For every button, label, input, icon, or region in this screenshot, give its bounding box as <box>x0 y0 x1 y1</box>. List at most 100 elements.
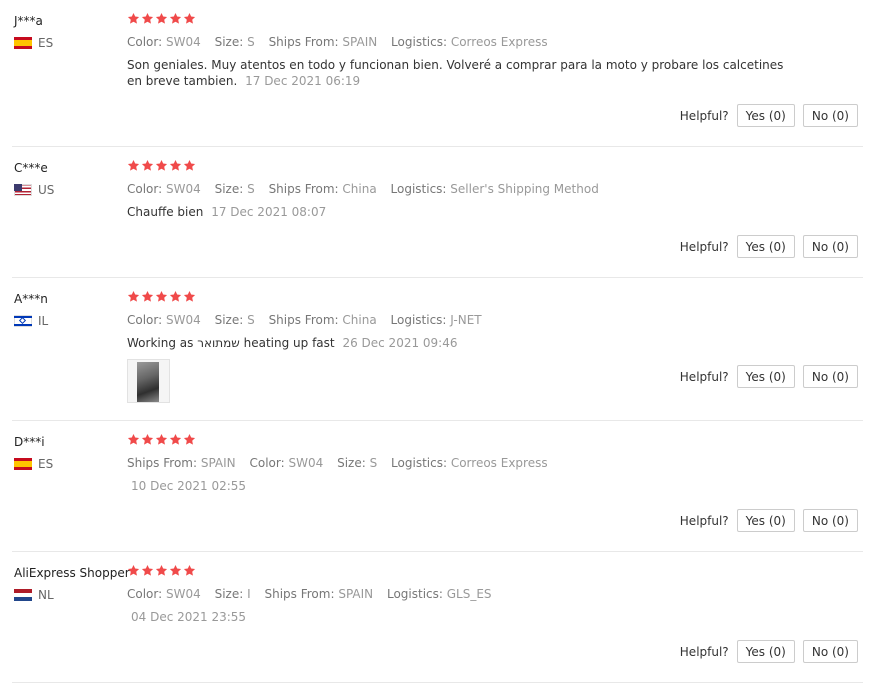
star-icon <box>155 433 168 445</box>
review-text: Son geniales. Muy atentos en todo y func… <box>127 58 784 88</box>
attr-value: Correos Express <box>450 35 548 49</box>
star-icon <box>169 564 182 576</box>
helpful-no-button[interactable]: No (0) <box>802 509 858 532</box>
reviewer-country: ES <box>14 457 53 471</box>
spain-flag-icon <box>14 458 32 470</box>
review-item: C***e US Color: SW04 Size: S Ships From:… <box>12 147 863 278</box>
review-content: Chauffe bien 17 Dec 2021 08:07 <box>127 204 787 220</box>
star-icon <box>155 159 168 171</box>
product-attributes: Color: SW04 Size: S Ships From: SPAIN Lo… <box>127 35 548 49</box>
helpful-controls: Helpful? Yes (0) No (0) <box>680 235 858 258</box>
reviewer-name: A***n <box>14 292 48 306</box>
attr-value: S <box>247 313 255 327</box>
product-attributes: Color: SW04 Size: I Ships From: SPAIN Lo… <box>127 587 492 601</box>
review-photo <box>137 362 159 402</box>
helpful-no-button[interactable]: No (0) <box>802 235 858 258</box>
attr-value: SPAIN <box>200 456 236 470</box>
star-icon <box>155 564 168 576</box>
helpful-yes-button[interactable]: Yes (0) <box>736 509 795 532</box>
attr-value: SW04 <box>166 313 201 327</box>
attr-label: Logistics: <box>390 313 447 327</box>
review-date: 17 Dec 2021 08:07 <box>211 205 327 219</box>
review-content: Son geniales. Muy atentos en todo y func… <box>127 57 787 89</box>
attr-value: China <box>342 313 377 327</box>
attr-label: Size: <box>214 313 244 327</box>
product-attributes: Color: SW04 Size: S Ships From: China Lo… <box>127 313 482 327</box>
attr-label: Ships From: <box>127 456 198 470</box>
usa-flag-icon <box>14 184 32 196</box>
attr-label: Ships From: <box>268 182 339 196</box>
helpful-label: Helpful? <box>679 108 729 123</box>
reviewer-country: ES <box>14 36 53 50</box>
star-icon <box>155 290 168 302</box>
attr-value: I <box>247 587 251 601</box>
attr-label: Ships From: <box>268 313 339 327</box>
review-date: 17 Dec 2021 06:19 <box>245 74 361 88</box>
star-icon <box>127 159 140 171</box>
star-icon <box>141 12 154 24</box>
star-icon <box>183 290 196 302</box>
review-text: Working as שמתואר heating up fast <box>127 336 335 350</box>
review-item: A***n IL Color: SW04 Size: S Ships From:… <box>12 278 863 421</box>
star-icon <box>127 290 140 302</box>
attr-label: Color: <box>127 182 163 196</box>
helpful-label: Helpful? <box>679 369 729 384</box>
review-date: 10 Dec 2021 02:55 <box>131 479 247 493</box>
reviewer-name: AliExpress Shopper <box>14 566 130 580</box>
helpful-no-button[interactable]: No (0) <box>802 640 858 663</box>
helpful-yes-button[interactable]: Yes (0) <box>736 365 795 388</box>
attr-value: SPAIN <box>342 35 378 49</box>
attr-value: S <box>369 456 378 470</box>
review-date: 26 Dec 2021 09:46 <box>342 336 458 350</box>
helpful-yes-button[interactable]: Yes (0) <box>736 104 795 127</box>
helpful-label: Helpful? <box>679 239 729 254</box>
star-icon <box>127 433 140 445</box>
star-rating <box>127 290 196 303</box>
review-content: 04 Dec 2021 23:55 <box>127 609 787 625</box>
netherlands-flag-icon <box>14 589 32 601</box>
helpful-yes-button[interactable]: Yes (0) <box>736 640 795 663</box>
attr-label: Logistics: <box>391 35 447 49</box>
attr-value: SW04 <box>288 456 324 470</box>
attr-label: Color: <box>249 456 285 470</box>
attr-value: S <box>247 182 255 196</box>
helpful-controls: Helpful? Yes (0) No (0) <box>680 104 858 127</box>
star-icon <box>169 290 182 302</box>
star-icon <box>141 159 154 171</box>
review-date: 04 Dec 2021 23:55 <box>131 610 247 624</box>
attr-value: SW04 <box>166 587 201 601</box>
attr-value: J-NET <box>450 313 482 327</box>
star-icon <box>127 564 140 576</box>
attr-label: Ships From: <box>264 587 335 601</box>
helpful-yes-button[interactable]: Yes (0) <box>736 235 795 258</box>
helpful-label: Helpful? <box>679 644 729 659</box>
star-icon <box>183 12 196 24</box>
attr-label: Logistics: <box>390 182 447 196</box>
review-item: AliExpress Shopper NL Color: SW04 Size: … <box>12 552 863 683</box>
review-photo-thumbnail[interactable] <box>127 359 170 403</box>
star-icon <box>141 564 154 576</box>
attr-label: Size: <box>214 587 244 601</box>
helpful-no-button[interactable]: No (0) <box>802 104 858 127</box>
attr-label: Logistics: <box>391 456 447 470</box>
attr-label: Color: <box>127 35 163 49</box>
star-rating <box>127 12 196 25</box>
reviewer-country: IL <box>14 314 48 328</box>
country-code: IL <box>38 314 49 328</box>
attr-label: Color: <box>127 313 163 327</box>
review-item: D***i ES Ships From: SPAIN Color: SW04 S… <box>12 421 863 552</box>
star-rating <box>127 159 196 172</box>
country-code: ES <box>38 457 54 471</box>
review-content: Working as שמתואר heating up fast 26 Dec… <box>127 335 787 351</box>
star-rating <box>127 433 196 446</box>
reviewer-name: J***a <box>14 14 43 28</box>
star-icon <box>169 433 182 445</box>
helpful-no-button[interactable]: No (0) <box>802 365 858 388</box>
attr-value: Seller's Shipping Method <box>450 182 599 196</box>
attr-label: Size: <box>214 35 244 49</box>
helpful-controls: Helpful? Yes (0) No (0) <box>680 640 858 663</box>
star-icon <box>183 564 196 576</box>
attr-value: SPAIN <box>338 587 374 601</box>
reviewer-country: NL <box>14 588 54 602</box>
star-icon <box>141 433 154 445</box>
